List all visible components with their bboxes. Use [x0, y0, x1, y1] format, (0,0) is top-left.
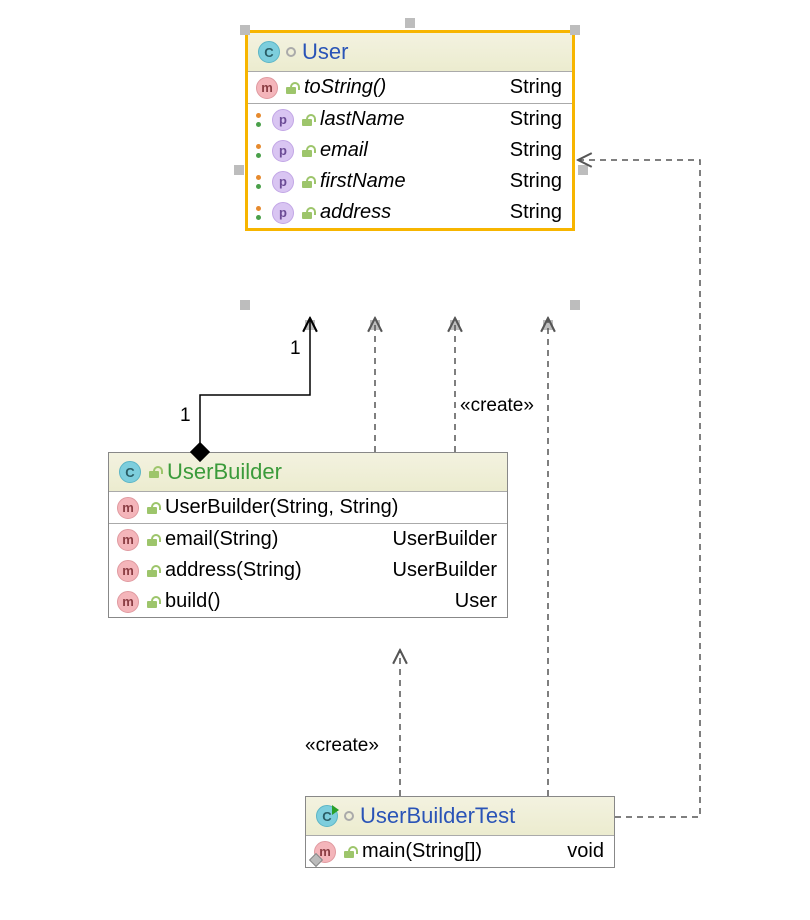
member-name: lastName — [320, 108, 404, 131]
public-icon — [145, 595, 159, 609]
selection-handle[interactable] — [450, 320, 460, 330]
public-icon — [145, 564, 159, 578]
selection-handle[interactable] — [405, 18, 415, 28]
getter-setter-icon — [256, 111, 266, 129]
class-userbuildertest[interactable]: C UserBuilderTest m main(String[]) void — [305, 796, 615, 868]
selection-handle[interactable] — [543, 320, 553, 330]
create-stereotype-label: «create» — [305, 735, 379, 757]
class-icon: C — [119, 461, 141, 483]
member-row[interactable]: m main(String[]) void — [306, 836, 614, 867]
class-userbuilder-name: UserBuilder — [167, 459, 282, 485]
class-userbuilder-methods: m email(String) UserBuilder m address(St… — [109, 524, 507, 617]
class-userbuildertest-methods: m main(String[]) void — [306, 836, 614, 867]
public-icon — [147, 465, 161, 479]
selection-handle[interactable] — [240, 25, 250, 35]
property-icon: p — [272, 202, 294, 224]
getter-setter-icon — [256, 204, 266, 222]
member-row[interactable]: m email(String) UserBuilder — [109, 524, 507, 555]
public-icon — [300, 206, 314, 220]
member-name: main(String[]) — [362, 840, 482, 863]
public-icon — [145, 533, 159, 547]
visibility-package-icon — [286, 47, 296, 57]
multiplicity-label: 1 — [180, 405, 191, 427]
method-icon: m — [256, 77, 278, 99]
member-row[interactable]: p address String — [248, 197, 572, 228]
member-row[interactable]: m build() User — [109, 586, 507, 617]
member-name: email — [320, 139, 368, 162]
member-type: String — [510, 170, 562, 193]
class-userbuildertest-header[interactable]: C UserBuilderTest — [306, 797, 614, 836]
member-type: void — [567, 840, 604, 863]
method-icon: m — [117, 560, 139, 582]
member-type: String — [510, 108, 562, 131]
static-method-icon: m — [314, 841, 336, 863]
member-row[interactable]: p firstName String — [248, 166, 572, 197]
member-type: UserBuilder — [393, 559, 497, 582]
property-icon: p — [272, 109, 294, 131]
class-userbuilder-constructors: m UserBuilder(String, String) — [109, 492, 507, 524]
selection-handle[interactable] — [370, 320, 380, 330]
public-icon — [145, 501, 159, 515]
public-icon — [342, 845, 356, 859]
selection-handle[interactable] — [570, 25, 580, 35]
member-name: toString() — [304, 76, 386, 99]
member-row[interactable]: p lastName String — [248, 104, 572, 135]
selection-handle[interactable] — [234, 165, 244, 175]
public-icon — [300, 113, 314, 127]
member-name: firstName — [320, 170, 406, 193]
class-userbuilder-header[interactable]: C UserBuilder — [109, 453, 507, 492]
member-type: User — [455, 590, 497, 613]
dependency-edge — [578, 160, 700, 817]
property-icon: p — [272, 140, 294, 162]
public-icon — [300, 144, 314, 158]
selection-handle[interactable] — [570, 300, 580, 310]
member-type: String — [510, 201, 562, 224]
visibility-package-icon — [344, 811, 354, 821]
selection-handle[interactable] — [240, 300, 250, 310]
selection-handle[interactable] — [305, 320, 315, 330]
member-row[interactable]: p email String — [248, 135, 572, 166]
public-icon — [300, 175, 314, 189]
class-user-name: User — [302, 39, 348, 65]
class-userbuildertest-name: UserBuilderTest — [360, 803, 515, 829]
class-userbuilder[interactable]: C UserBuilder m UserBuilder(String, Stri… — [108, 452, 508, 618]
class-runnable-icon: C — [316, 805, 338, 827]
method-icon: m — [117, 529, 139, 551]
member-name: address — [320, 201, 391, 224]
member-name: build() — [165, 590, 221, 613]
create-stereotype-label: «create» — [460, 395, 534, 417]
class-user-header[interactable]: C User — [248, 33, 572, 72]
class-user[interactable]: C User m toString() String p lastName St… — [245, 30, 575, 231]
member-name: address(String) — [165, 559, 302, 582]
getter-setter-icon — [256, 173, 266, 191]
class-user-methods: m toString() String — [248, 72, 572, 104]
public-icon — [284, 81, 298, 95]
method-icon: m — [117, 591, 139, 613]
selection-handle[interactable] — [578, 165, 588, 175]
method-icon: m — [117, 497, 139, 519]
member-type: UserBuilder — [393, 528, 497, 551]
member-type: String — [510, 139, 562, 162]
member-row[interactable]: m toString() String — [248, 72, 572, 103]
property-icon: p — [272, 171, 294, 193]
member-name: UserBuilder(String, String) — [165, 496, 398, 519]
getter-setter-icon — [256, 142, 266, 160]
member-type: String — [510, 76, 562, 99]
multiplicity-label: 1 — [290, 338, 301, 360]
member-row[interactable]: m address(String) UserBuilder — [109, 555, 507, 586]
class-icon: C — [258, 41, 280, 63]
member-name: email(String) — [165, 528, 278, 551]
class-user-properties: p lastName String p email String p first… — [248, 104, 572, 228]
member-row[interactable]: m UserBuilder(String, String) — [109, 492, 507, 523]
